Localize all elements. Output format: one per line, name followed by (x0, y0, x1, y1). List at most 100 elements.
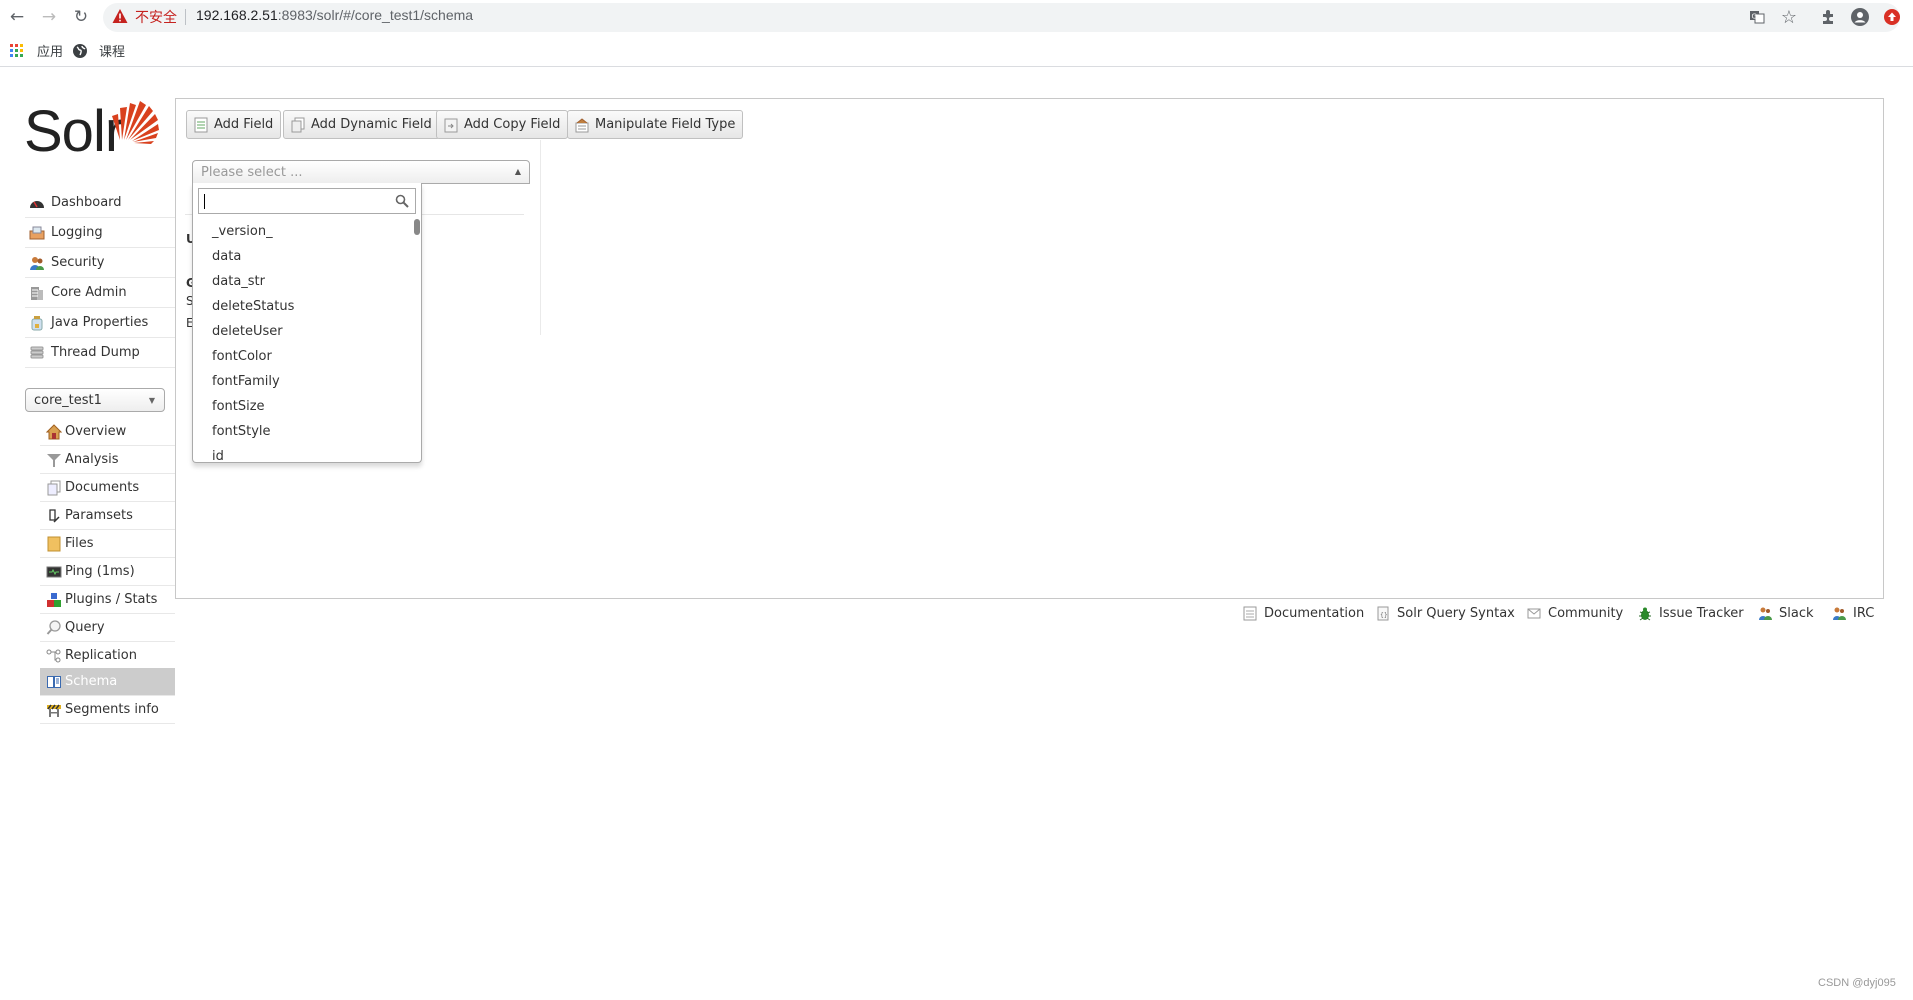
nav-thread-dump[interactable]: Thread Dump (25, 338, 175, 368)
funnel-icon (47, 453, 61, 467)
dashboard-icon (30, 200, 44, 208)
url-text[interactable]: 192.168.2.51:8983/solr/#/core_test1/sche… (196, 7, 473, 23)
footer-link-label: Documentation (1264, 606, 1365, 621)
dropdown-option[interactable]: fontFamily (193, 369, 415, 394)
add-field-button[interactable]: Add Field (186, 110, 282, 139)
bookmark-label: 课程 (99, 45, 126, 60)
profile-icon[interactable] (1851, 8, 1869, 26)
dropdown-options-list: _version_ data data_str deleteStatus del… (193, 219, 415, 462)
footer-link-community[interactable]: Community (1527, 606, 1623, 621)
field-type-icon (575, 117, 589, 132)
footer-link-irc[interactable]: IRC (1832, 606, 1874, 621)
chevron-up-icon: ▲ (514, 167, 521, 176)
footer-link-issue-tracker[interactable]: Issue Tracker (1638, 606, 1744, 621)
dropdown-option[interactable]: id (193, 444, 415, 462)
reload-icon[interactable]: ↻ (70, 6, 92, 28)
solr-sun-icon (112, 101, 159, 144)
replication-icon (46, 649, 61, 662)
bookmarks-bar (0, 34, 1913, 67)
dropdown-scrollbar[interactable] (413, 219, 421, 462)
add-dynamic-field-button[interactable]: Add Dynamic Field (283, 110, 440, 139)
book-icon (47, 675, 61, 688)
footer-link-documentation[interactable]: Documentation (1243, 606, 1364, 621)
core-menu-files[interactable]: Files (40, 530, 175, 558)
url-host: 192.168.2.51 (196, 7, 278, 23)
button-label: Add Dynamic Field (311, 117, 432, 132)
add-copy-field-button[interactable]: Add Copy Field (436, 110, 569, 139)
dropdown-option[interactable]: _version_ (193, 219, 415, 244)
nav-label: Dashboard (51, 195, 122, 210)
dropdown-option[interactable]: fontColor (193, 344, 415, 369)
nav-label: Java Properties (51, 315, 149, 330)
plugins-icon (47, 592, 61, 607)
footer-link-solr-query-syntax[interactable]: {} Solr Query Syntax (1376, 606, 1515, 621)
core-menu-segments-info[interactable]: Segments info (40, 696, 175, 724)
core-menu-label: Plugins / Stats (65, 592, 158, 607)
document-icon (194, 117, 208, 132)
back-icon[interactable]: ← (6, 6, 28, 28)
dropdown-option[interactable]: data_str (193, 269, 415, 294)
core-menu-schema[interactable]: Schema (40, 668, 175, 696)
solr-logo[interactable]: Solr (24, 96, 159, 166)
footer-link-slack[interactable]: Slack (1758, 606, 1814, 621)
core-menu-label: Paramsets (65, 508, 133, 523)
core-menu-label: Schema (65, 674, 118, 689)
dropdown-search-input[interactable] (202, 190, 386, 214)
core-menu-label: Analysis (65, 452, 119, 467)
warning-icon[interactable] (112, 8, 128, 24)
field-select[interactable]: Please select ... ▲ (192, 160, 530, 184)
core-menu-query[interactable]: Query (40, 614, 175, 642)
core-menu-ping[interactable]: Ping (1ms) (40, 558, 175, 586)
bookmark-star-icon[interactable]: ☆ (1780, 7, 1798, 28)
footer-link-label: Slack (1779, 606, 1814, 621)
core-menu-label: Files (65, 536, 94, 551)
bookmark-apps[interactable]: 应用 (10, 41, 63, 60)
folder-icon (47, 536, 61, 551)
core-menu-paramsets[interactable]: Paramsets (40, 502, 175, 530)
core-selector[interactable]: core_test1 ▼ (25, 388, 165, 412)
bookmark-courses[interactable]: 课程 (73, 41, 125, 60)
translate-icon[interactable]: G (1748, 8, 1766, 26)
core-menu-plugins-stats[interactable]: Plugins / Stats (40, 586, 175, 614)
documentation-icon (1243, 606, 1257, 621)
nav-security[interactable]: Security (25, 248, 175, 278)
chevron-down-icon: ▼ (148, 396, 155, 405)
dropdown-option[interactable]: deleteUser (193, 319, 415, 344)
update-icon[interactable] (1883, 8, 1901, 26)
core-menu-overview[interactable]: Overview (40, 418, 175, 446)
manipulate-field-type-button[interactable]: Manipulate Field Type (567, 110, 744, 139)
bookmark-label: 应用 (37, 45, 64, 60)
nav-dashboard[interactable]: Dashboard (25, 188, 175, 218)
field-select-placeholder: Please select ... (201, 164, 303, 180)
dropdown-option[interactable]: data (193, 244, 415, 269)
field-select-dropdown: _version_ data data_str deleteStatus del… (192, 183, 422, 463)
forward-icon[interactable]: → (38, 6, 60, 28)
dropdown-search-field[interactable] (198, 188, 416, 214)
search-icon (395, 194, 409, 208)
footer-link-label: IRC (1853, 606, 1875, 621)
dropdown-option[interactable]: deleteStatus (193, 294, 415, 319)
extensions-icon[interactable] (1819, 8, 1837, 26)
nav-logging[interactable]: Logging (25, 218, 175, 248)
nav-java-properties[interactable]: Java Properties (25, 308, 175, 338)
nav-label: Logging (51, 225, 103, 240)
query-syntax-icon: {} (1377, 606, 1389, 621)
nav-core-admin[interactable]: Core Admin (25, 278, 175, 308)
core-selector-value: core_test1 (34, 392, 102, 408)
panel-divider-vertical (540, 140, 541, 335)
button-label: Add Field (214, 117, 274, 132)
dropdown-option[interactable]: fontSize (193, 394, 415, 419)
magnifier-icon (46, 619, 61, 635)
logging-icon (29, 226, 45, 239)
core-menu-documents[interactable]: Documents (40, 474, 175, 502)
core-menu-replication[interactable]: Replication (40, 642, 175, 670)
home-icon (46, 423, 62, 439)
people-icon (1759, 607, 1772, 620)
security-status-label[interactable]: 不安全 (135, 7, 177, 27)
core-menu-label: Segments info (65, 702, 159, 717)
dropdown-option[interactable]: fontStyle (193, 419, 415, 444)
dropdown-scrollbar-thumb[interactable] (414, 219, 420, 235)
core-menu-analysis[interactable]: Analysis (40, 446, 175, 474)
documents-icon (291, 117, 305, 132)
java-properties-icon (31, 315, 43, 330)
